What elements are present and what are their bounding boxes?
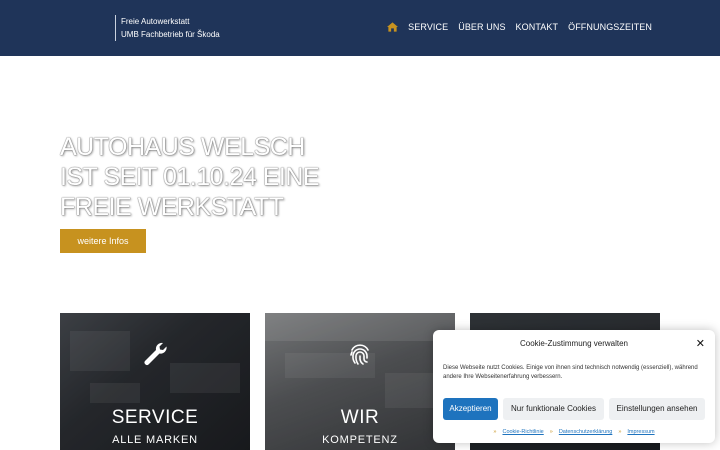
- tile-service-subtitle: ALLE MARKEN: [112, 434, 198, 446]
- bullet-icon: »: [618, 429, 622, 435]
- hero-title-line-1: AUTOHAUS WELSCH: [60, 133, 305, 161]
- brand-line-2: UMB Fachbetrieb für Škoda: [121, 30, 220, 39]
- link-cookie-policy[interactable]: Cookie-Richtlinie: [502, 429, 543, 435]
- hero-section: AUTOHAUS WELSCH IST SEIT 01.10.24 EINE F…: [0, 56, 720, 300]
- close-icon[interactable]: ✕: [696, 337, 705, 350]
- functional-cookies-button[interactable]: Nur funktionale Cookies: [503, 398, 604, 420]
- cookie-settings-button[interactable]: Einstellungen ansehen: [609, 398, 705, 420]
- tile-wir-subtitle: KOMPETENZ: [322, 434, 398, 446]
- hero-title: AUTOHAUS WELSCH IST SEIT 01.10.24 EINE F…: [60, 132, 360, 222]
- tile-service[interactable]: SERVICE ALLE MARKEN: [60, 313, 250, 450]
- home-icon[interactable]: [387, 22, 399, 32]
- wrench-icon: [144, 342, 167, 365]
- cookie-links: » Cookie-Richtlinie » Datenschutzerklärung »…: [433, 429, 715, 435]
- link-imprint[interactable]: Impressum: [627, 429, 654, 435]
- nav-service[interactable]: SERVICE: [408, 22, 448, 32]
- cookie-consent-dialog: Cookie-Zustimmung verwalten ✕ Diese Webs…: [433, 330, 715, 443]
- more-info-button[interactable]: weitere Infos: [60, 229, 146, 253]
- tile-wir-title: WIR: [340, 407, 380, 428]
- tile-service-title: SERVICE: [111, 407, 199, 428]
- nav-ueber-uns[interactable]: ÜBER UNS: [458, 22, 505, 32]
- tile-wir[interactable]: WIR KOMPETENZ: [265, 313, 455, 450]
- brand-logo[interactable]: Freie Autowerkstatt UMB Fachbetrieb für …: [115, 15, 220, 41]
- site-header: Freie Autowerkstatt UMB Fachbetrieb für …: [0, 0, 720, 56]
- bullet-icon: »: [549, 429, 553, 435]
- nav-kontakt[interactable]: KONTAKT: [516, 22, 559, 32]
- brand-line-1: Freie Autowerkstatt: [121, 17, 190, 26]
- accept-cookies-button[interactable]: Akzeptieren: [443, 398, 498, 420]
- cookie-title: Cookie-Zustimmung verwalten: [519, 339, 629, 348]
- link-privacy[interactable]: Datenschutzerklärung: [559, 429, 613, 435]
- fingerprint-icon: [350, 344, 369, 365]
- cookie-text: Diese Webseite nutzt Cookies. Einige von…: [443, 365, 698, 380]
- hero-title-line-3: FREIE WERKSTATT: [60, 193, 284, 221]
- main-nav: SERVICE ÜBER UNS KONTAKT ÖFFNUNGSZEITEN: [387, 22, 652, 32]
- bullet-icon: »: [493, 429, 497, 435]
- nav-oeffnungszeiten[interactable]: ÖFFNUNGSZEITEN: [568, 22, 652, 32]
- hero-title-line-2: IST SEIT 01.10.24 EINE: [60, 163, 320, 191]
